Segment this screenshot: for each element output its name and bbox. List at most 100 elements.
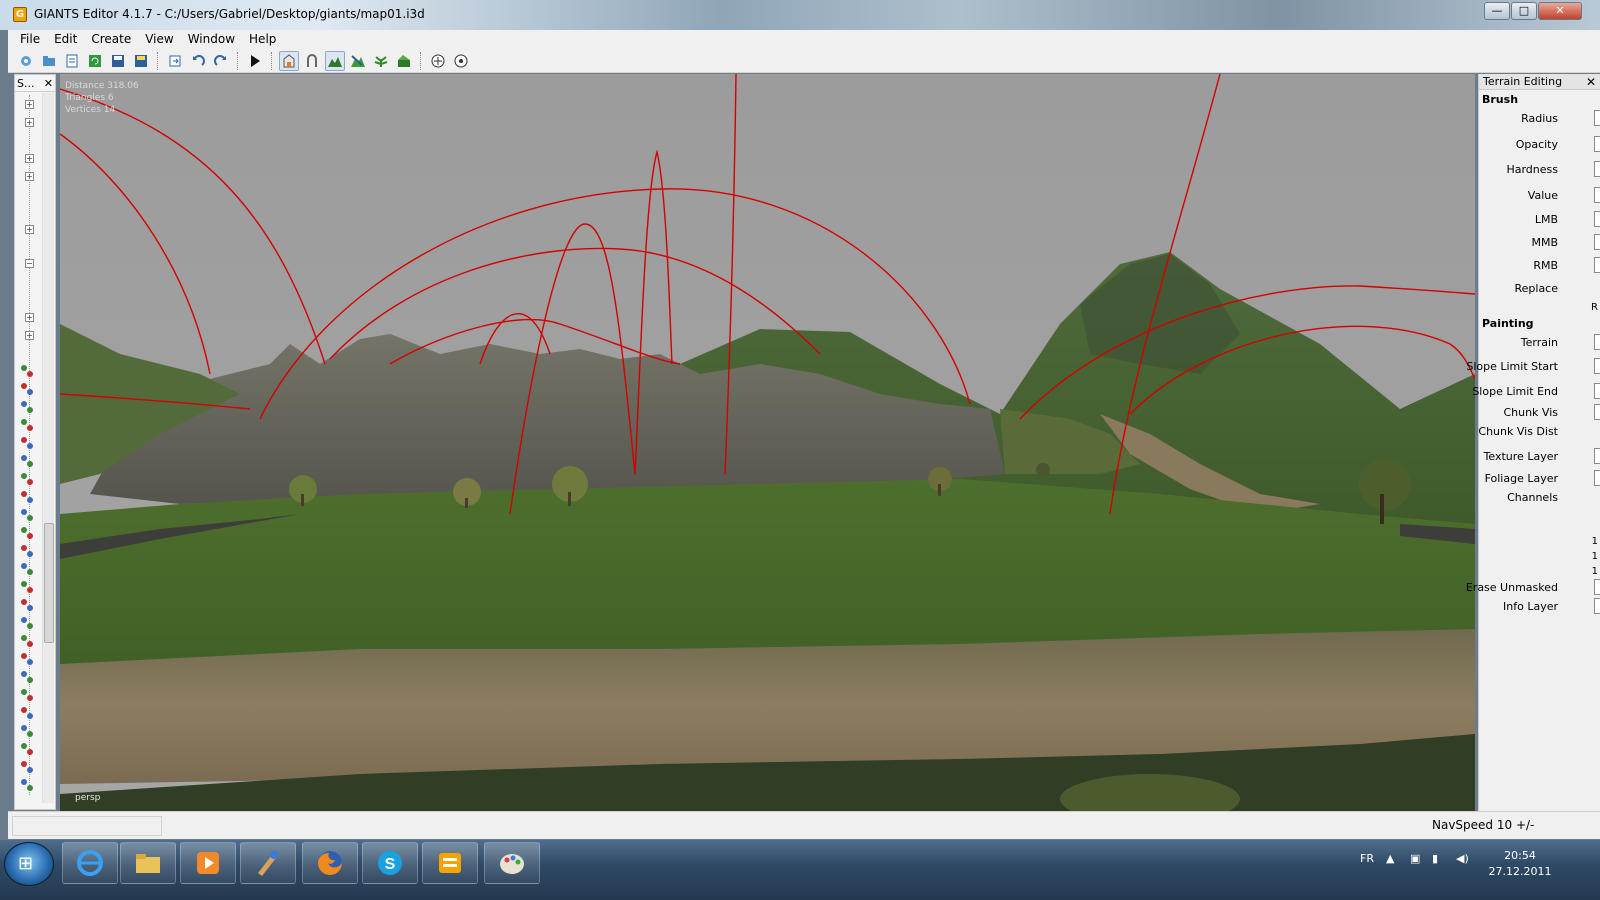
mmb-select[interactable] [1594, 234, 1600, 250]
firefox-icon[interactable] [302, 842, 358, 884]
tree-node-icon[interactable] [27, 605, 33, 611]
network-tray-icon[interactable]: ▣ [1410, 852, 1420, 865]
terrain-paint-icon[interactable] [348, 51, 368, 71]
tree-node-icon[interactable] [27, 713, 33, 719]
tree-node-icon[interactable] [27, 425, 33, 431]
tree-node-icon[interactable] [21, 689, 27, 695]
tree-node-icon[interactable] [21, 707, 27, 713]
tree-node-icon[interactable] [21, 545, 27, 551]
value-field[interactable] [1594, 187, 1600, 203]
tree-node-icon[interactable] [21, 491, 27, 497]
language-indicator[interactable]: FR [1360, 852, 1374, 865]
menu-window[interactable]: Window [181, 30, 242, 49]
giants-editor-icon[interactable] [422, 842, 478, 884]
terrain-select[interactable] [1594, 334, 1600, 350]
tree-expand-icon[interactable]: + [25, 225, 34, 234]
open-icon[interactable] [39, 51, 59, 71]
erase-unmasked-checkbox[interactable] [1594, 579, 1600, 595]
snap-grid-icon[interactable] [428, 51, 448, 71]
radius-field[interactable] [1594, 110, 1600, 126]
scenegraph-close-icon[interactable]: ✕ [44, 77, 53, 90]
paint-palette-icon[interactable] [484, 842, 540, 884]
import-icon[interactable] [165, 51, 185, 71]
tree-node-icon[interactable] [27, 497, 33, 503]
tree-node-icon[interactable] [27, 407, 33, 413]
tree-node-icon[interactable] [21, 383, 27, 389]
tree-node-icon[interactable] [27, 587, 33, 593]
close-button[interactable]: ✕ [1538, 2, 1582, 20]
signal-tray-icon[interactable]: ▮ [1432, 852, 1438, 865]
tree-node-icon[interactable] [27, 551, 33, 557]
tree-node-icon[interactable] [21, 779, 27, 785]
tree-expand-icon[interactable]: + [25, 100, 34, 109]
tree-expand-icon[interactable]: + [25, 331, 34, 340]
tree-node-icon[interactable] [27, 443, 33, 449]
tree-node-icon[interactable] [21, 563, 27, 569]
tree-node-icon[interactable] [27, 389, 33, 395]
menu-create[interactable]: Create [84, 30, 138, 49]
tree-node-icon[interactable] [21, 509, 27, 515]
tree-node-icon[interactable] [27, 767, 33, 773]
foliage-layer-select[interactable] [1594, 470, 1600, 486]
tree-node-icon[interactable] [21, 455, 27, 461]
media-player-icon[interactable] [180, 842, 236, 884]
internet-explorer-icon[interactable] [62, 842, 118, 884]
save-all-icon[interactable] [131, 51, 151, 71]
tree-node-icon[interactable] [27, 371, 33, 377]
tree-node-icon[interactable] [21, 725, 27, 731]
lmb-select[interactable] [1594, 211, 1600, 227]
tree-node-icon[interactable] [27, 461, 33, 467]
refresh-icon[interactable] [85, 51, 105, 71]
tree-node-icon[interactable] [27, 641, 33, 647]
hardness-field[interactable] [1594, 161, 1600, 177]
tree-node-icon[interactable] [21, 635, 27, 641]
foliage-paint-icon[interactable] [371, 51, 391, 71]
tree-node-icon[interactable] [21, 671, 27, 677]
terrain-layer-icon[interactable] [394, 51, 414, 71]
tree-node-icon[interactable] [27, 533, 33, 539]
system-clock[interactable]: 20:54 27.12.2011 [1480, 848, 1560, 880]
tree-node-icon[interactable] [27, 677, 33, 683]
new-icon[interactable] [16, 51, 36, 71]
info-layer-select[interactable] [1594, 598, 1600, 614]
save-icon[interactable] [108, 51, 128, 71]
terrain-sculpt-icon[interactable] [325, 50, 345, 71]
slope-limit-start-field[interactable] [1594, 358, 1600, 374]
redo-icon[interactable] [211, 51, 231, 71]
tree-node-icon[interactable] [27, 659, 33, 665]
slope-limit-end-field[interactable] [1594, 383, 1600, 399]
start-button[interactable]: ⊞ [4, 842, 54, 886]
opacity-field[interactable] [1594, 136, 1600, 152]
tree-expand-icon[interactable]: + [25, 313, 34, 322]
tree-node-icon[interactable] [21, 617, 27, 623]
terrain-panel-close-icon[interactable]: ✕ [1586, 74, 1596, 90]
properties-icon[interactable] [62, 51, 82, 71]
minimize-button[interactable]: — [1484, 2, 1510, 20]
tree-expand-icon[interactable]: + [25, 172, 34, 181]
tree-node-icon[interactable] [27, 569, 33, 575]
chunk-vis-checkbox[interactable] [1594, 404, 1600, 420]
volume-tray-icon[interactable]: ◀) [1456, 852, 1469, 865]
tree-node-icon[interactable] [21, 599, 27, 605]
tree-node-icon[interactable] [21, 365, 27, 371]
maximize-button[interactable]: □ [1511, 2, 1537, 20]
tree-collapse-icon[interactable]: − [25, 259, 34, 268]
tree-expand-icon[interactable]: + [25, 154, 34, 163]
menu-view[interactable]: View [138, 30, 180, 49]
tree-node-icon[interactable] [27, 749, 33, 755]
select-mode-icon[interactable] [279, 50, 299, 71]
3d-viewport[interactable]: Distance 318.06 Triangles 6 Vertices 14 … [60, 74, 1475, 811]
file-explorer-icon[interactable] [120, 842, 176, 884]
menu-help[interactable]: Help [242, 30, 283, 49]
rmb-select[interactable] [1594, 257, 1600, 273]
menu-edit[interactable]: Edit [47, 30, 84, 49]
scenegraph-scrollbar[interactable] [42, 93, 54, 803]
tree-node-icon[interactable] [21, 473, 27, 479]
play-icon[interactable] [245, 51, 265, 71]
scrollbar-thumb[interactable] [44, 523, 54, 643]
tree-node-icon[interactable] [21, 419, 27, 425]
menu-file[interactable]: File [13, 30, 47, 49]
snap-object-icon[interactable] [451, 51, 471, 71]
tree-node-icon[interactable] [27, 785, 33, 791]
tree-node-icon[interactable] [27, 695, 33, 701]
